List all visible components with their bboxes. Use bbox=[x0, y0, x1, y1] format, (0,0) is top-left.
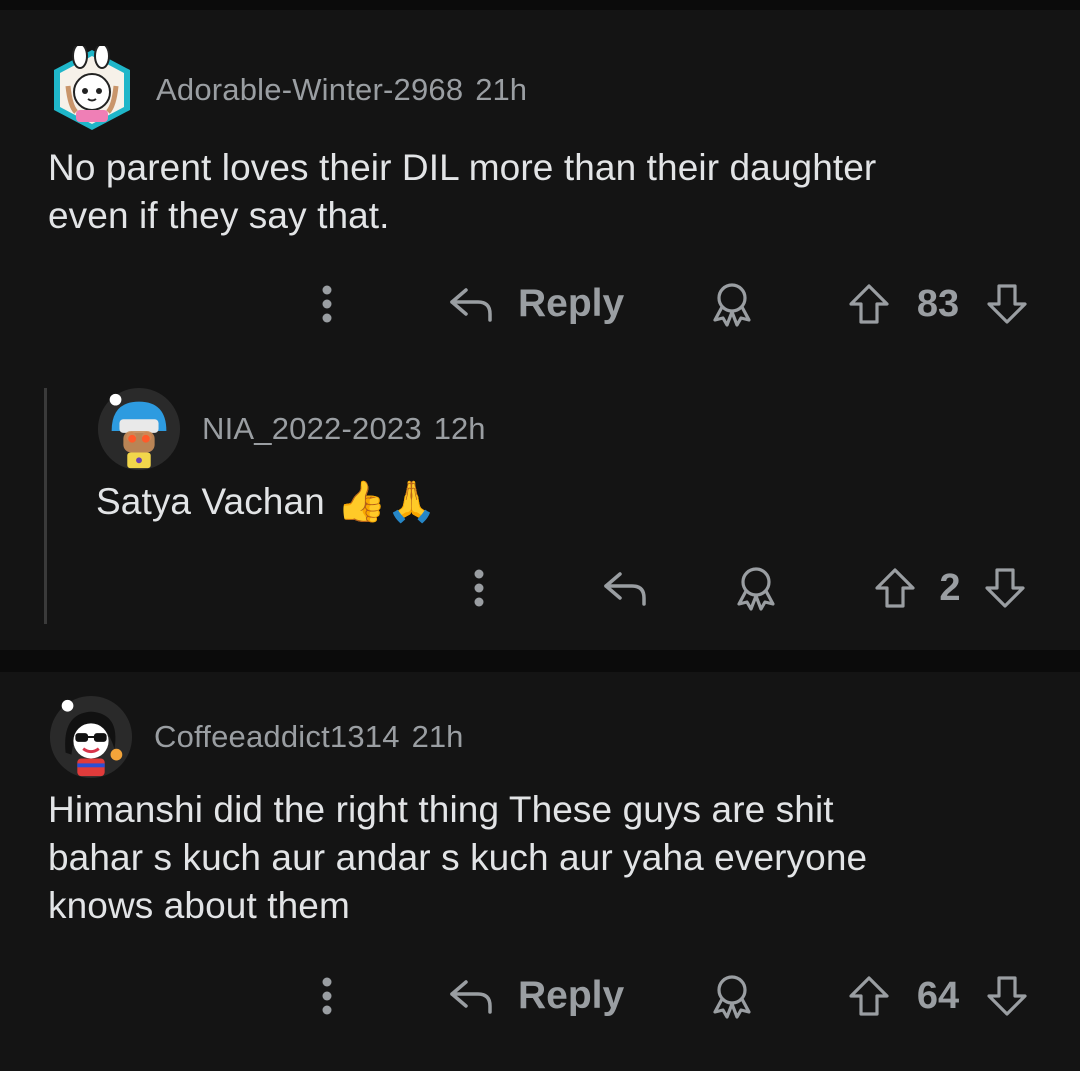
reply-button[interactable]: Reply bbox=[448, 274, 633, 334]
top-strip bbox=[0, 0, 1080, 10]
vote-group: 83 bbox=[838, 274, 1038, 334]
comment-body: Himanshi did the right thing These guys … bbox=[48, 786, 867, 930]
reply-label: Reply bbox=[518, 974, 625, 1017]
reply-body: Satya Vachan 👍🙏 bbox=[96, 478, 437, 526]
sunglasses-avatar[interactable] bbox=[48, 694, 134, 780]
timestamp: 21h bbox=[475, 72, 527, 107]
helmet-avatar[interactable] bbox=[96, 386, 182, 472]
award-button[interactable] bbox=[726, 558, 786, 618]
reply-text: Satya Vachan bbox=[96, 481, 325, 522]
comment-header: Adorable-Winter-2968 21h bbox=[48, 46, 527, 134]
award-button[interactable] bbox=[702, 274, 762, 334]
downvote-icon[interactable] bbox=[983, 566, 1027, 610]
vote-group: 2 bbox=[862, 558, 1038, 618]
reply-arrow-icon bbox=[450, 288, 492, 322]
comment-line: No parent loves their DIL more than thei… bbox=[48, 147, 877, 188]
score: 2 bbox=[939, 566, 961, 609]
award-button[interactable] bbox=[702, 966, 762, 1026]
upvote-icon[interactable] bbox=[847, 974, 891, 1018]
comment-line: knows about them bbox=[48, 885, 350, 926]
comment-body: No parent loves their DIL more than thei… bbox=[48, 144, 876, 240]
comment-separator bbox=[0, 650, 1080, 672]
reply-arrow-icon bbox=[450, 980, 492, 1014]
award-icon bbox=[713, 283, 751, 327]
more-options-button[interactable] bbox=[300, 966, 354, 1026]
more-options-button[interactable] bbox=[452, 558, 506, 618]
reply-button[interactable] bbox=[598, 558, 652, 618]
comment-header: Coffeeaddict1314 21h bbox=[48, 694, 463, 780]
vote-group: 64 bbox=[838, 966, 1038, 1026]
score: 83 bbox=[916, 282, 960, 325]
award-icon bbox=[713, 975, 751, 1019]
downvote-icon[interactable] bbox=[985, 974, 1029, 1018]
reply-arrow-icon bbox=[604, 572, 646, 606]
comment-1: Adorable-Winter-2968 21h No parent loves… bbox=[0, 10, 1080, 650]
comments-screen: Adorable-Winter-2968 21h No parent loves… bbox=[0, 0, 1080, 1071]
username[interactable]: Coffeeaddict1314 bbox=[154, 719, 400, 755]
comment-line: Himanshi did the right thing These guys … bbox=[48, 789, 834, 830]
comment-2: Coffeeaddict1314 21h Himanshi did the ri… bbox=[0, 672, 1080, 1071]
timestamp: 21h bbox=[411, 719, 464, 754]
timestamp: 12h bbox=[433, 411, 486, 446]
comment-line: even if they say that. bbox=[48, 195, 390, 236]
more-options-icon bbox=[474, 569, 484, 607]
comment-line: bahar s kuch aur andar s kuch aur yaha e… bbox=[48, 837, 868, 878]
username[interactable]: Adorable-Winter-2968 bbox=[156, 72, 463, 108]
emoji-thumbs-up-pray: 👍🙏 bbox=[336, 480, 437, 524]
comment-actions: Reply 83 bbox=[0, 274, 1080, 334]
username[interactable]: NIA_2022-2023 bbox=[202, 411, 422, 447]
downvote-icon[interactable] bbox=[985, 282, 1029, 326]
score: 64 bbox=[916, 974, 960, 1017]
reply-actions: 2 bbox=[0, 558, 1080, 618]
award-icon bbox=[737, 567, 775, 611]
reply-label: Reply bbox=[518, 282, 625, 325]
reply-button[interactable]: Reply bbox=[448, 966, 633, 1026]
upvote-icon[interactable] bbox=[847, 282, 891, 326]
bunny-hood-avatar[interactable] bbox=[48, 46, 136, 134]
more-options-icon bbox=[322, 977, 332, 1015]
comment-actions: Reply 64 bbox=[0, 966, 1080, 1026]
more-options-icon bbox=[322, 285, 332, 323]
more-options-button[interactable] bbox=[300, 274, 354, 334]
reply-header: NIA_2022-2023 12h bbox=[96, 386, 486, 472]
upvote-icon[interactable] bbox=[873, 566, 917, 610]
